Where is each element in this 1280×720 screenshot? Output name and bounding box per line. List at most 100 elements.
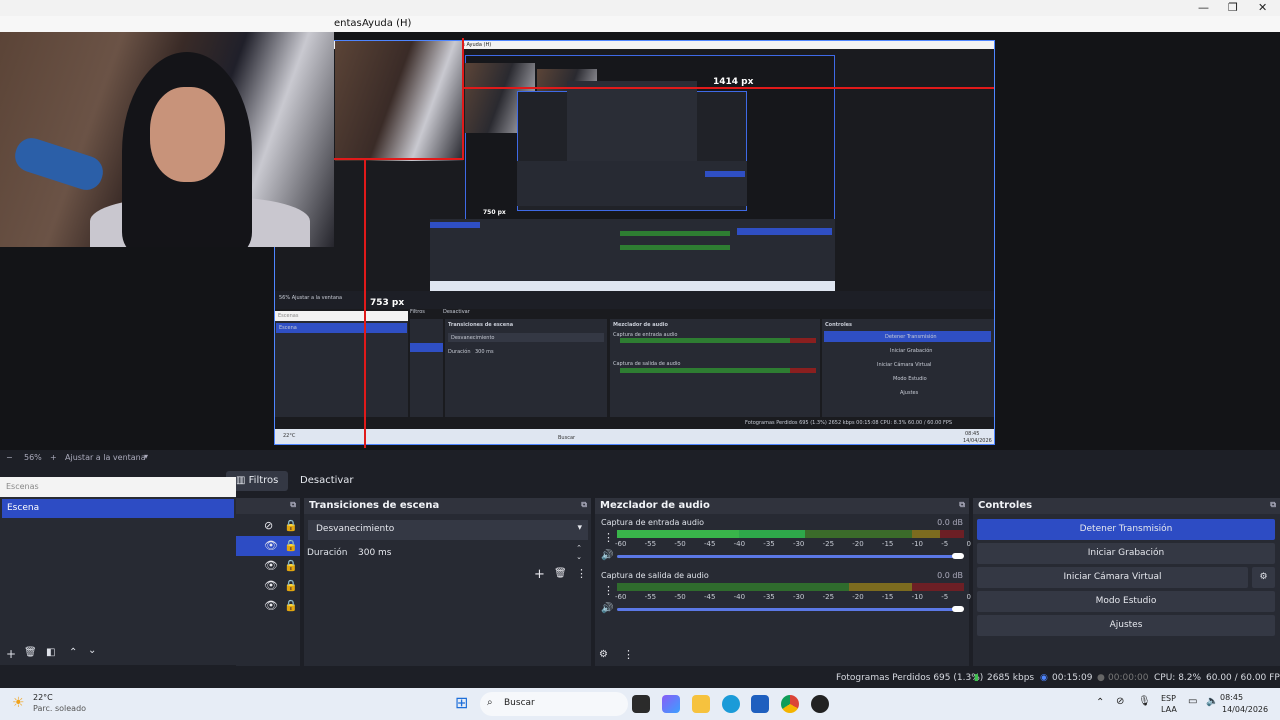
transitions-title: Transiciones de escena ⧉ bbox=[304, 498, 591, 514]
nested-settings: Ajustes bbox=[900, 390, 919, 396]
network-off-icon[interactable]: ⊘ bbox=[1116, 696, 1124, 707]
float-icon[interactable]: ⧉ bbox=[1270, 500, 1276, 510]
eye-icon[interactable]: 👁 bbox=[264, 539, 278, 552]
trash-icon[interactable]: 🗑 bbox=[554, 568, 567, 579]
weather-temp[interactable]: 22°C bbox=[33, 693, 53, 702]
zoom-out-button[interactable]: − bbox=[6, 453, 13, 462]
mic-icon[interactable]: 🎙 bbox=[1138, 696, 1151, 707]
float-icon[interactable]: ⧉ bbox=[959, 500, 965, 510]
edge-icon[interactable] bbox=[722, 695, 740, 713]
filters-icon: ▥ bbox=[236, 475, 249, 486]
folder-icon[interactable] bbox=[692, 695, 710, 713]
taskview-icon[interactable] bbox=[632, 695, 650, 713]
trash-icon[interactable]: 🗑 bbox=[24, 647, 37, 658]
settings-button[interactable]: Ajustes bbox=[977, 615, 1275, 636]
chevron-up-icon[interactable]: ⌃ bbox=[1096, 697, 1104, 708]
clock-time[interactable]: 08:45 bbox=[1220, 693, 1243, 702]
lock-icon[interactable]: 🔒 bbox=[284, 599, 298, 612]
minimize-icon[interactable]: — bbox=[1198, 1, 1209, 14]
maximize-icon[interactable]: ❐ bbox=[1228, 1, 1238, 14]
duration-input[interactable]: 300 ms ⌃ ⌄ bbox=[350, 544, 588, 564]
float-icon[interactable]: ⧉ bbox=[290, 500, 296, 510]
nested-weather: 22°C bbox=[283, 433, 296, 439]
move-up-icon[interactable]: ⌃ bbox=[69, 647, 77, 658]
add-icon[interactable]: + bbox=[534, 567, 545, 582]
volume-slider[interactable] bbox=[617, 608, 962, 611]
source-row[interactable]: 👁 🔒 bbox=[236, 536, 300, 556]
clock-date[interactable]: 14/04/2026 bbox=[1222, 705, 1268, 714]
move-down-icon[interactable]: ⌄ bbox=[88, 645, 96, 656]
windows-start-icon[interactable]: ⊞ bbox=[455, 693, 468, 712]
nested-time: 08:45 bbox=[965, 431, 980, 437]
filter-icon[interactable]: ◧ bbox=[46, 647, 55, 658]
taskbar: ☀ 22°C Parc. soleado ⊞ ⌕ Buscar ⌃ ⊘ 🎙 ES… bbox=[0, 688, 1280, 720]
source-row[interactable]: 👁 🔒 bbox=[236, 596, 300, 616]
source-row[interactable]: 👁 🔒 bbox=[236, 576, 300, 596]
chrome-icon[interactable] bbox=[781, 695, 799, 713]
zoom-value: 56% bbox=[24, 453, 42, 462]
lang2[interactable]: LAA bbox=[1161, 705, 1177, 714]
scene-item[interactable]: Escena bbox=[2, 499, 234, 518]
chevron-down-icon[interactable]: ▾ bbox=[144, 452, 148, 461]
lock-icon[interactable]: 🔒 bbox=[284, 579, 298, 592]
copilot-icon[interactable] bbox=[662, 695, 680, 713]
more-icon[interactable]: ⋮ bbox=[603, 531, 614, 544]
gear-icon[interactable]: ⚙ bbox=[1252, 567, 1275, 588]
guide-horizontal bbox=[464, 87, 994, 89]
nested-zoom: 56% Ajustar a la ventana bbox=[279, 295, 343, 301]
zoom-bar: − 56% + Ajustar a la ventana ▾ bbox=[0, 450, 1280, 466]
eye-icon[interactable]: 👁 bbox=[264, 599, 278, 612]
stop-stream-button[interactable]: Detener Transmisión bbox=[977, 519, 1275, 540]
lang[interactable]: ESP bbox=[1161, 694, 1176, 703]
mixer-title: Mezclador de audio ⧉ bbox=[595, 498, 969, 514]
webcam-source[interactable] bbox=[0, 32, 334, 247]
more-icon[interactable]: ⋮ bbox=[603, 584, 614, 597]
fit-window-button[interactable]: Ajustar a la ventana bbox=[65, 453, 146, 462]
signal-icon: ▮ bbox=[974, 673, 979, 683]
obs-icon[interactable] bbox=[811, 695, 829, 713]
eye-hidden-icon[interactable]: ⊘ bbox=[264, 519, 273, 532]
add-scene-icon[interactable]: + bbox=[6, 647, 16, 661]
search-box[interactable]: ⌕ Buscar bbox=[480, 692, 628, 716]
eye-icon[interactable]: 👁 bbox=[264, 579, 278, 592]
menu-ventanas[interactable]: entas bbox=[334, 18, 362, 29]
start-record-button[interactable]: Iniciar Grabación bbox=[977, 543, 1275, 564]
nested-status: Fotogramas Perdidos 695 (1.3%) 2652 kbps… bbox=[745, 420, 953, 426]
volume-icon[interactable]: 🔊 bbox=[601, 550, 613, 561]
speaker-icon[interactable]: 🔈 bbox=[1206, 696, 1218, 707]
more-icon[interactable]: ⋮ bbox=[623, 648, 634, 661]
nested-record: Iniciar Grabación bbox=[890, 348, 933, 354]
bitrate: 2685 kbps bbox=[987, 673, 1035, 683]
volume-icon[interactable]: 🔊 bbox=[601, 603, 613, 614]
gear-link-icon[interactable]: ⚙ bbox=[599, 649, 608, 660]
deactivate-button[interactable]: Desactivar bbox=[290, 471, 364, 491]
transition-select[interactable]: Desvanecimiento ▾ bbox=[308, 520, 588, 540]
lock-icon[interactable]: 🔒 bbox=[284, 559, 298, 572]
virtual-camera-button[interactable]: Iniciar Cámara Virtual bbox=[977, 567, 1248, 588]
nested-ms: 300 ms bbox=[475, 349, 494, 355]
eye-icon[interactable]: 👁 bbox=[264, 559, 278, 572]
spin-icon[interactable]: ⌃ ⌄ bbox=[576, 544, 582, 562]
more-icon[interactable]: ⋮ bbox=[576, 567, 587, 580]
search-icon: ⌕ bbox=[487, 697, 493, 708]
source-row[interactable]: 👁 🔒 bbox=[236, 556, 300, 576]
zoom-in-button[interactable]: + bbox=[50, 453, 57, 462]
store-icon[interactable] bbox=[751, 695, 769, 713]
volume-knob[interactable] bbox=[952, 606, 964, 612]
source-row[interactable]: ⊘ 🔒 bbox=[236, 516, 300, 536]
unlock-icon[interactable]: 🔒 bbox=[284, 539, 298, 552]
studio-mode-button[interactable]: Modo Estudio bbox=[977, 591, 1275, 612]
nested-deactivate: Desactivar bbox=[443, 309, 470, 315]
preview-canvas[interactable]: entas Ayuda (H) 1414 px 750 px 56% Ajust… bbox=[0, 32, 1280, 450]
volume-slider[interactable] bbox=[617, 555, 962, 558]
menu-ayuda[interactable]: Ayuda (H) bbox=[362, 18, 411, 29]
float-icon[interactable]: ⧉ bbox=[581, 500, 587, 510]
monitor-icon[interactable]: ▭ bbox=[1188, 696, 1197, 707]
weather-icon: ☀ bbox=[12, 695, 25, 711]
volume-knob[interactable] bbox=[952, 553, 964, 559]
record-time: 00:00:00 bbox=[1108, 673, 1149, 683]
record-icon: ● bbox=[1097, 673, 1105, 683]
lock-icon[interactable]: 🔒 bbox=[284, 519, 298, 532]
weather-desc[interactable]: Parc. soleado bbox=[33, 704, 86, 713]
close-icon[interactable]: ✕ bbox=[1258, 1, 1267, 14]
